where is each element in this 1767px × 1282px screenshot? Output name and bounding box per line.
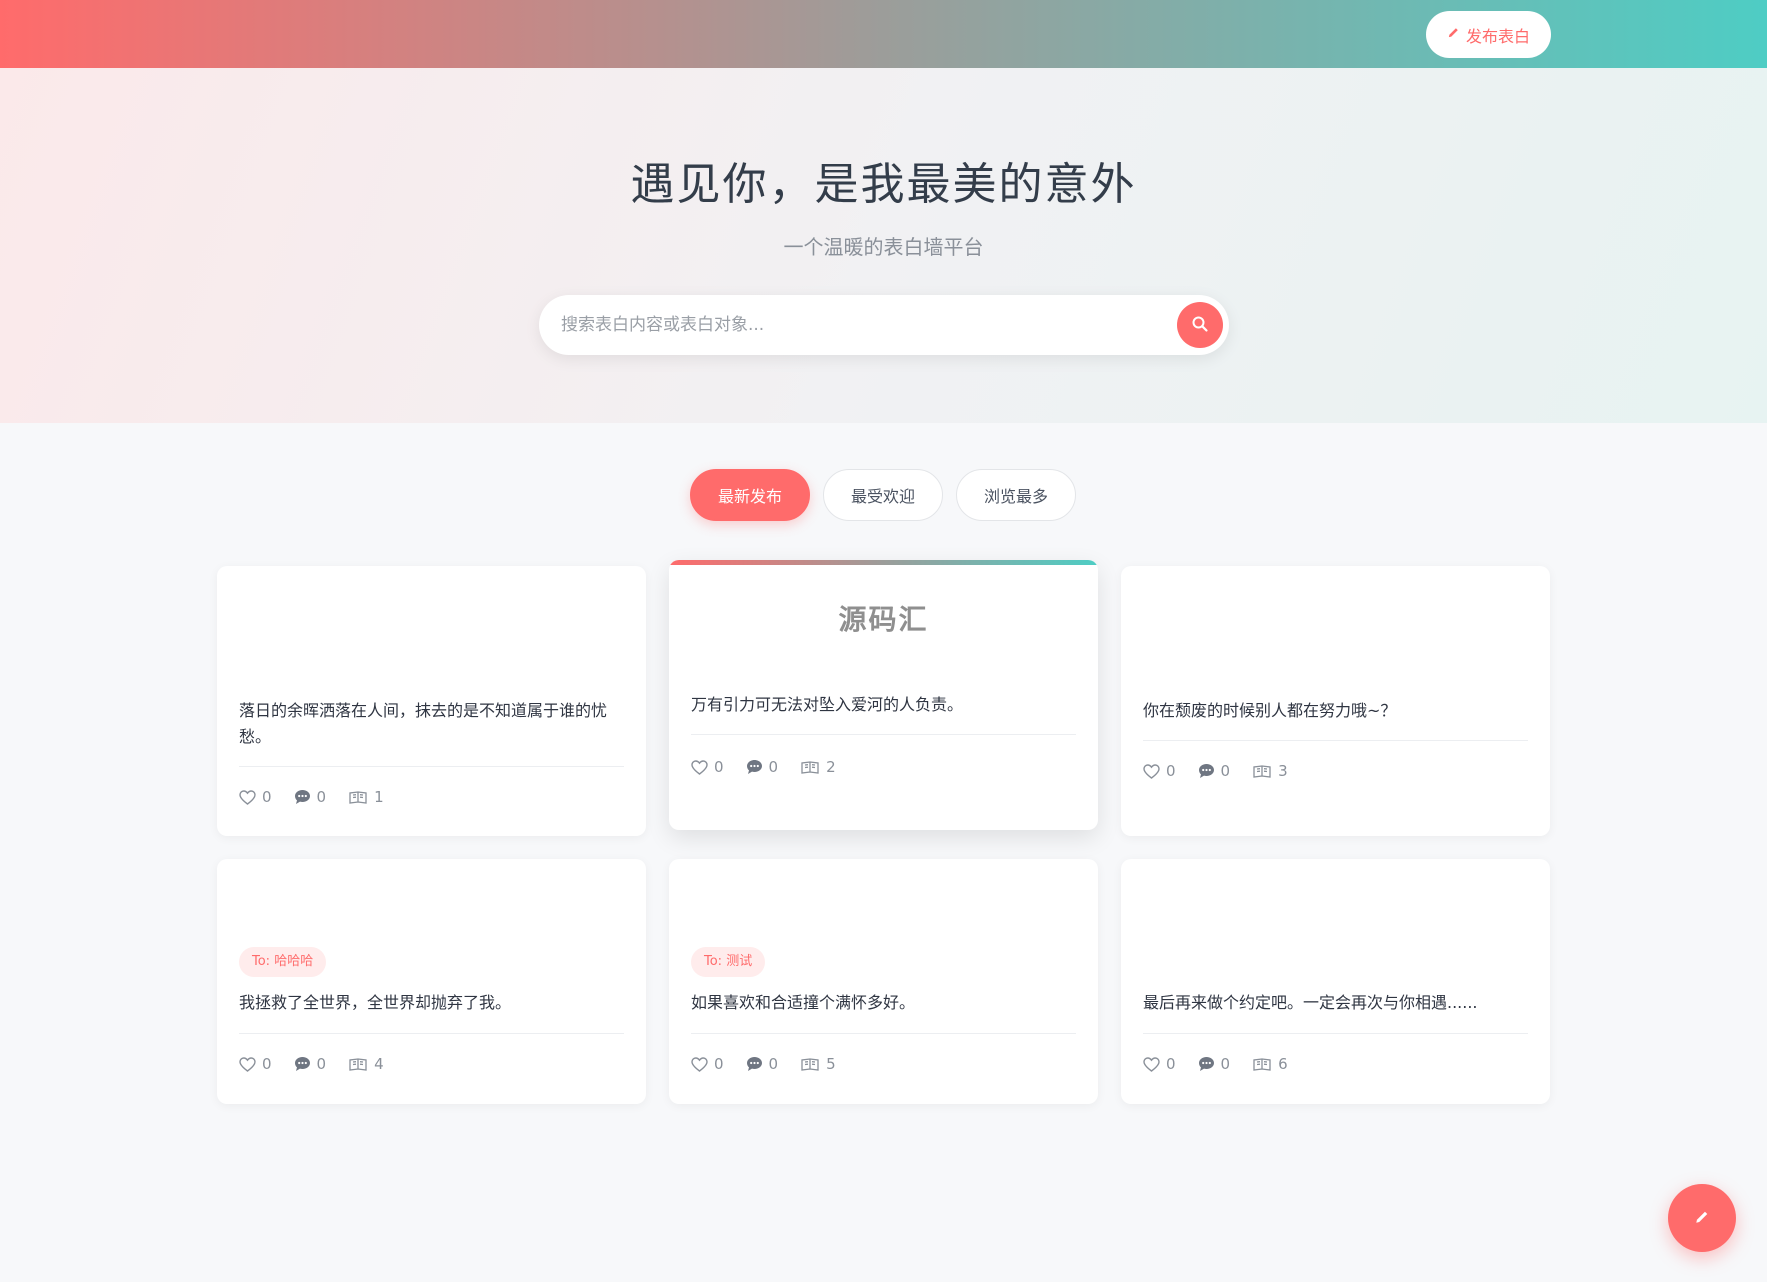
- comment-icon: [294, 1056, 311, 1072]
- comment-icon: [746, 1056, 763, 1072]
- hero-subtitle: 一个温暖的表白墙平台: [783, 235, 984, 259]
- view-stat: 5: [800, 1055, 836, 1073]
- book-icon: [348, 1057, 368, 1072]
- comment-count: 0: [768, 1055, 779, 1073]
- book-icon: [348, 790, 368, 805]
- comment-stat[interactable]: 0: [1198, 762, 1231, 780]
- card-text: 你在颓废的时候别人都在努力哦~？: [1143, 701, 1397, 720]
- book-icon: [800, 1057, 820, 1072]
- heart-icon: [1143, 1056, 1160, 1072]
- view-stat: 4: [348, 1055, 384, 1073]
- publish-button[interactable]: 发布表白: [1426, 11, 1551, 58]
- confession-card[interactable]: 落日的余晖洒落在人间，抹去的是不知道属于谁的忧愁。 0 0 1: [217, 566, 646, 836]
- pencil-icon: [1447, 26, 1460, 44]
- confession-card[interactable]: To: 测试 如果喜欢和合适撞个满怀多好。 0 0 5: [669, 859, 1098, 1104]
- like-count: 0: [262, 788, 272, 806]
- like-count: 0: [714, 758, 724, 776]
- comment-stat[interactable]: 0: [1198, 1055, 1231, 1073]
- comment-count: 0: [316, 788, 327, 806]
- comment-icon: [746, 759, 763, 775]
- card-text: 如果喜欢和合适撞个满怀多好。: [691, 993, 916, 1012]
- card-stats: 0 0 2: [691, 758, 836, 776]
- floating-publish-button[interactable]: [1668, 1184, 1736, 1252]
- card-text: 落日的余晖洒落在人间，抹去的是不知道属于谁的忧愁。: [239, 701, 608, 746]
- view-count: 6: [1278, 1055, 1288, 1073]
- heart-icon: [691, 1056, 708, 1072]
- card-text: 万有引力可无法对坠入爱河的人负责。: [691, 695, 964, 714]
- confession-card[interactable]: To: 哈哈哈 我拯救了全世界，全世界却抛弃了我。 0 0 4: [217, 859, 646, 1104]
- like-stat[interactable]: 0: [239, 1055, 272, 1073]
- like-stat[interactable]: 0: [1143, 1055, 1176, 1073]
- like-stat[interactable]: 0: [691, 758, 724, 776]
- like-stat[interactable]: 0: [691, 1055, 724, 1073]
- comment-count: 0: [1220, 1055, 1231, 1073]
- card-stats: 0 0 3: [1143, 762, 1288, 780]
- comment-icon: [1198, 1056, 1215, 1072]
- view-stat: 2: [800, 758, 836, 776]
- view-stat: 1: [348, 788, 384, 806]
- card-stats: 0 0 1: [239, 788, 384, 806]
- card-stats: 0 0 6: [1143, 1055, 1288, 1073]
- hero-section: 遇见你，是我最美的意外 一个温暖的表白墙平台: [0, 68, 1767, 423]
- comment-stat[interactable]: 0: [294, 788, 327, 806]
- book-icon: [1252, 764, 1272, 779]
- tab-popular[interactable]: 最受欢迎: [823, 469, 943, 521]
- hero-title: 遇见你，是我最美的意外: [630, 159, 1137, 210]
- recipient-tag: To: 哈哈哈: [239, 947, 327, 977]
- pencil-icon: [1694, 1209, 1710, 1228]
- like-count: 0: [1166, 762, 1176, 780]
- view-stat: 3: [1252, 762, 1288, 780]
- card-stats: 0 0 4: [239, 1055, 384, 1073]
- book-icon: [800, 760, 820, 775]
- card-divider: [1143, 740, 1528, 741]
- like-count: 0: [1166, 1055, 1176, 1073]
- recipient-tag: To: 测试: [691, 947, 766, 977]
- search-icon: [1191, 315, 1209, 336]
- card-stats: 0 0 5: [691, 1055, 836, 1073]
- search-input[interactable]: [561, 295, 1151, 355]
- view-stat: 6: [1252, 1055, 1288, 1073]
- card-text: 最后再来做个约定吧。一定会再次与你相遇......: [1143, 993, 1478, 1012]
- sort-tabs: 最新发布 最受欢迎 浏览最多: [690, 469, 1076, 521]
- heart-icon: [239, 789, 256, 805]
- tab-most-viewed[interactable]: 浏览最多: [956, 469, 1076, 521]
- tab-latest[interactable]: 最新发布: [690, 469, 810, 521]
- heart-icon: [239, 1056, 256, 1072]
- watermark-logo: 源码汇: [838, 603, 929, 636]
- like-count: 0: [262, 1055, 272, 1073]
- view-count: 4: [374, 1055, 384, 1073]
- comment-stat[interactable]: 0: [746, 1055, 779, 1073]
- like-stat[interactable]: 0: [239, 788, 272, 806]
- card-divider: [691, 1033, 1076, 1034]
- search-button[interactable]: [1177, 302, 1223, 348]
- book-icon: [1252, 1057, 1272, 1072]
- comment-count: 0: [316, 1055, 327, 1073]
- search-bar: [539, 295, 1229, 355]
- card-divider: [1143, 1033, 1528, 1034]
- view-count: 5: [826, 1055, 836, 1073]
- card-text: 我拯救了全世界，全世界却抛弃了我。: [239, 993, 512, 1012]
- view-count: 2: [826, 758, 836, 776]
- heart-icon: [691, 759, 708, 775]
- comment-icon: [294, 789, 311, 805]
- card-divider: [239, 1033, 624, 1034]
- like-count: 0: [714, 1055, 724, 1073]
- card-divider: [239, 766, 624, 767]
- view-count: 3: [1278, 762, 1288, 780]
- confession-card[interactable]: 最后再来做个约定吧。一定会再次与你相遇...... 0 0 6: [1121, 859, 1550, 1104]
- comment-stat[interactable]: 0: [746, 758, 779, 776]
- comment-count: 0: [1220, 762, 1231, 780]
- top-navbar: 发布表白: [0, 0, 1767, 68]
- heart-icon: [1143, 763, 1160, 779]
- comment-count: 0: [768, 758, 779, 776]
- card-divider: [691, 734, 1076, 735]
- confession-card[interactable]: 源码汇 万有引力可无法对坠入爱河的人负责。 0 0 2: [669, 560, 1098, 830]
- like-stat[interactable]: 0: [1143, 762, 1176, 780]
- comment-stat[interactable]: 0: [294, 1055, 327, 1073]
- comment-icon: [1198, 763, 1215, 779]
- confession-card[interactable]: 你在颓废的时候别人都在努力哦~？ 0 0 3: [1121, 566, 1550, 836]
- publish-button-label: 发布表白: [1465, 28, 1530, 46]
- view-count: 1: [374, 788, 384, 806]
